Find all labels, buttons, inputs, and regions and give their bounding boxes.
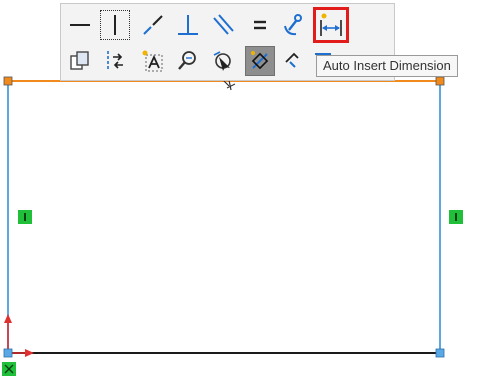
endpoint-bottom-right[interactable]: [435, 348, 445, 358]
perpendicular-icon: [178, 15, 198, 35]
equal-icon: [254, 20, 266, 30]
convert-entities-button[interactable]: [279, 46, 309, 76]
endpoint-bottom-left[interactable]: [3, 348, 13, 358]
smart-dimension-icon: [251, 51, 269, 70]
perpendicular-relation-button[interactable]: [173, 10, 203, 40]
anchor-icon: [284, 14, 302, 36]
parallel-relation-button[interactable]: [208, 10, 238, 40]
copy-entities-button[interactable]: [65, 46, 95, 76]
endpoint-top-left[interactable]: [3, 76, 13, 86]
construction-geometry-button[interactable]: [100, 46, 130, 76]
auto-dimension-icon: [320, 13, 342, 36]
diagonal-dashed-line-icon: [143, 15, 163, 35]
fixed-relation-badge[interactable]: [2, 362, 16, 376]
endpoint-top-right[interactable]: [435, 76, 445, 86]
vertical-relation-button[interactable]: [100, 10, 130, 40]
sketch-text-icon: [142, 50, 163, 72]
sketch-text-button[interactable]: [138, 46, 168, 76]
zoom-magnifier-icon: [178, 51, 196, 70]
select-chain-icon: [213, 51, 231, 71]
parallel-icon: [213, 14, 234, 35]
copy-entities-icon: [70, 51, 89, 70]
select-chain-button[interactable]: [208, 46, 238, 76]
collinear-relation-button[interactable]: [138, 10, 168, 40]
vertical-relation-badge-right[interactable]: [449, 210, 463, 224]
tooltip-text: Auto Insert Dimension: [323, 58, 451, 73]
tooltip: Auto Insert Dimension: [316, 55, 458, 77]
smart-dimension-button[interactable]: [245, 46, 275, 76]
auto-insert-dimension-button[interactable]: [313, 7, 349, 43]
horizontal-relation-button[interactable]: [65, 10, 95, 40]
equal-relation-button[interactable]: [245, 10, 275, 40]
horizontal-line-icon: [70, 24, 90, 26]
fix-relation-button[interactable]: [279, 10, 309, 40]
construction-geometry-icon: [107, 51, 123, 71]
vertical-line-icon: [114, 15, 116, 35]
vertical-relation-badge-left[interactable]: [18, 210, 32, 224]
convert-entities-icon: [285, 52, 299, 68]
zoom-to-selection-button[interactable]: [173, 46, 203, 76]
